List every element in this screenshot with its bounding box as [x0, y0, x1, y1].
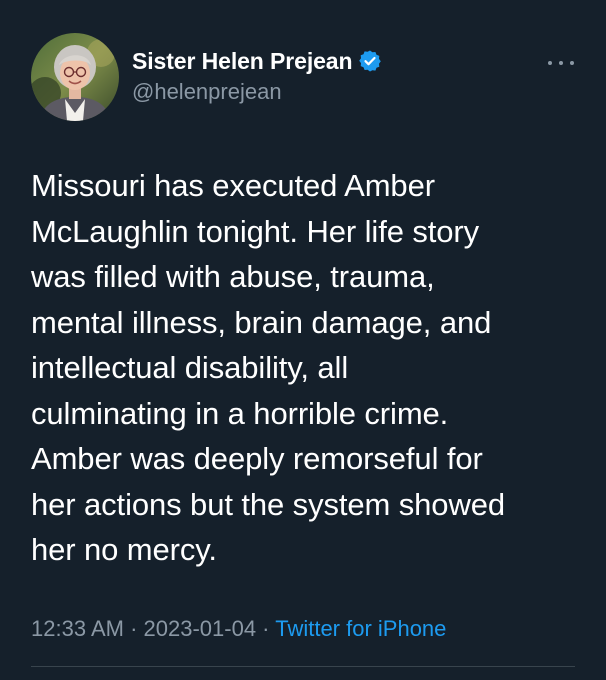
display-name[interactable]: Sister Helen Prejean	[132, 48, 353, 75]
more-options-icon[interactable]	[548, 58, 574, 68]
tweet-text: Missouri has executed Amber McLaughlin t…	[31, 168, 506, 567]
tweet-date[interactable]: 2023-01-04	[144, 616, 257, 641]
tweet-source-link[interactable]: Twitter for iPhone	[275, 616, 446, 641]
tweet-meta: 12:33 AM · 2023-01-04 · Twitter for iPho…	[31, 616, 446, 642]
tweet-time[interactable]: 12:33 AM	[31, 616, 124, 641]
divider	[31, 666, 575, 667]
name-row: Sister Helen Prejean	[132, 46, 382, 76]
user-handle[interactable]: @helenprejean	[132, 79, 382, 105]
meta-separator: ·	[123, 616, 144, 641]
tweet-detail: Sister Helen Prejean @helenprejean Misso…	[0, 0, 606, 680]
avatar-image	[31, 33, 119, 121]
author-block: Sister Helen Prejean @helenprejean	[132, 46, 382, 105]
avatar[interactable]	[31, 33, 119, 121]
meta-separator: ·	[256, 616, 276, 641]
verified-badge-icon	[358, 49, 382, 73]
